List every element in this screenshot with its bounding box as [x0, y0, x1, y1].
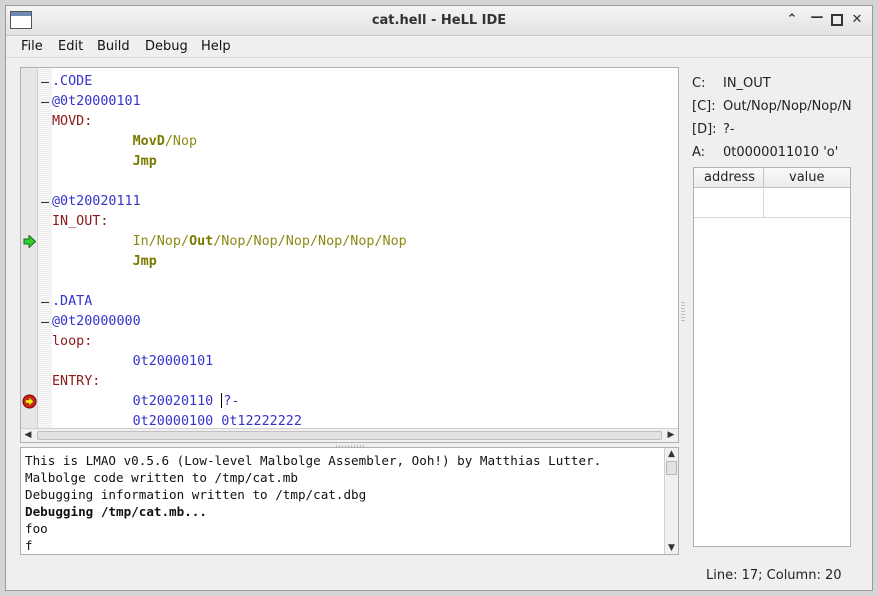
code-token: /Nop/Nop/Nop/Nop/Nop/Nop [213, 234, 407, 249]
code-token: Jmp [132, 254, 157, 269]
fold-toggle-icon[interactable] [41, 202, 49, 203]
code-token: ENTRY: [52, 374, 101, 389]
register-value: ?- [723, 122, 735, 137]
console-line: Debugging /tmp/cat.mb... [25, 504, 207, 519]
scroll-up-icon[interactable]: ▲ [665, 448, 678, 460]
register-name: [D]: [692, 122, 717, 137]
code-line[interactable]: IN_OUT: [52, 212, 108, 232]
minimize-icon[interactable]: — [809, 10, 825, 26]
scroll-right-icon[interactable]: ▶ [664, 429, 678, 442]
code-token: MOVD: [52, 114, 93, 129]
column-header-address[interactable]: address [704, 170, 755, 185]
ide-window: cat.hell - HeLL IDE ⌃ — ✕ File Edit Buil… [5, 5, 873, 591]
code-line[interactable]: .DATA [52, 292, 92, 312]
code-editor[interactable]: .CODE @0t20000101 MOVD: MovD/Nop Jmp @0t200… [20, 67, 679, 443]
code-token: loop: [52, 334, 93, 349]
fold-toggle-icon[interactable] [41, 82, 49, 83]
code-token: IN_OUT: [52, 214, 109, 229]
code-token: 0t20000101 [132, 354, 214, 369]
horizontal-scrollbar[interactable]: ◀ ▶ [21, 428, 678, 442]
code-token: In/Nop/ [132, 234, 190, 249]
memory-table[interactable]: address value [693, 167, 851, 547]
register-name: A: [692, 145, 706, 160]
code-line[interactable]: ENTRY: [52, 372, 100, 392]
code-line[interactable]: In/Nop/Out/Nop/Nop/Nop/Nop/Nop/Nop [52, 232, 407, 252]
scroll-down-icon[interactable]: ▼ [665, 542, 678, 554]
code-token: Out [189, 234, 214, 249]
register-value: IN_OUT [723, 76, 771, 91]
code-token: Jmp [132, 154, 157, 169]
register-value: Out/Nop/Nop/Nop/Nop/Nop/Nop [723, 99, 851, 114]
fold-toggle-icon[interactable] [41, 102, 49, 103]
console-line: Debugging information written to /tmp/ca… [25, 487, 367, 502]
menu-file[interactable]: File [21, 39, 43, 54]
menu-debug[interactable]: Debug [145, 39, 188, 54]
code-line[interactable]: 0t20000100 0t12222222 [52, 412, 302, 428]
code-token: /Nop [164, 134, 198, 149]
table-row[interactable] [694, 189, 850, 218]
vertical-scroll-thumb[interactable] [666, 461, 677, 475]
code-line[interactable]: 0t20020110 ?- [52, 392, 239, 412]
code-line[interactable]: .CODE [52, 72, 92, 92]
register-value: 0t0000011010 'o' [723, 145, 839, 160]
title-bar: cat.hell - HeLL IDE ⌃ — ✕ [6, 6, 872, 36]
fold-toggle-icon[interactable] [41, 302, 49, 303]
code-token: @0t20020111 [52, 194, 141, 209]
column-header-value[interactable]: value [789, 170, 825, 185]
maximize-icon[interactable] [829, 12, 845, 28]
breakpoint-icon[interactable] [22, 394, 37, 409]
code-token: @0t20000000 [52, 314, 141, 329]
code-token: ?- [223, 394, 240, 409]
marker-gutter[interactable] [21, 68, 38, 428]
output-console[interactable]: This is LMAO v0.5.6 (Low-level Malbolge … [20, 447, 679, 555]
code-token: MovD [132, 134, 165, 149]
green-arrow-icon [23, 235, 36, 248]
console-line: foo [25, 521, 48, 536]
code-line[interactable]: MOVD: [52, 112, 92, 132]
menu-build[interactable]: Build [97, 39, 130, 54]
horizontal-scroll-thumb[interactable] [37, 431, 662, 440]
code-token: 0t20000100 0t12222222 [132, 414, 302, 428]
console-line: Malbolge code written to /tmp/cat.mb [25, 470, 298, 485]
fold-gutter[interactable] [38, 68, 52, 428]
console-line: This is LMAO v0.5.6 (Low-level Malbolge … [25, 453, 602, 468]
code-token: .CODE [52, 74, 93, 89]
code-line[interactable]: @0t20020111 [52, 192, 141, 212]
code-line[interactable]: loop: [52, 332, 92, 352]
vertical-splitter-handle[interactable] [681, 301, 685, 321]
code-line[interactable]: Jmp [52, 252, 157, 272]
menu-help[interactable]: Help [201, 39, 231, 54]
memory-table-header: address value [694, 168, 850, 188]
code-line[interactable]: MovD/Nop [52, 132, 198, 152]
code-line[interactable]: 0t20000101 [52, 352, 214, 372]
code-line[interactable]: @0t20000101 [52, 92, 141, 112]
code-line[interactable]: @0t20000000 [52, 312, 141, 332]
console-line: f [25, 538, 33, 553]
fold-toggle-icon[interactable] [41, 322, 49, 323]
code-token: .DATA [52, 294, 93, 309]
code-line[interactable]: Jmp [52, 152, 157, 172]
menu-bar: File Edit Build Debug Help [6, 36, 872, 58]
menu-edit[interactable]: Edit [58, 39, 83, 54]
close-icon[interactable]: ✕ [849, 12, 865, 28]
code-token: 0t20020110 [132, 394, 222, 409]
status-bar-position: Line: 17; Column: 20 [706, 568, 842, 583]
vertical-scrollbar[interactable]: ▲ ▼ [664, 448, 678, 554]
register-name: [C]: [692, 99, 716, 114]
code-token: @0t20000101 [52, 94, 141, 109]
register-name: C: [692, 76, 706, 91]
help-context-icon[interactable]: ⌃ [784, 12, 800, 28]
console-lines: This is LMAO v0.5.6 (Low-level Malbolge … [25, 452, 662, 554]
scroll-left-icon[interactable]: ◀ [21, 429, 35, 442]
window-title: cat.hell - HeLL IDE [371, 13, 507, 28]
code-area[interactable]: .CODE @0t20000101 MOVD: MovD/Nop Jmp @0t200… [52, 68, 678, 428]
